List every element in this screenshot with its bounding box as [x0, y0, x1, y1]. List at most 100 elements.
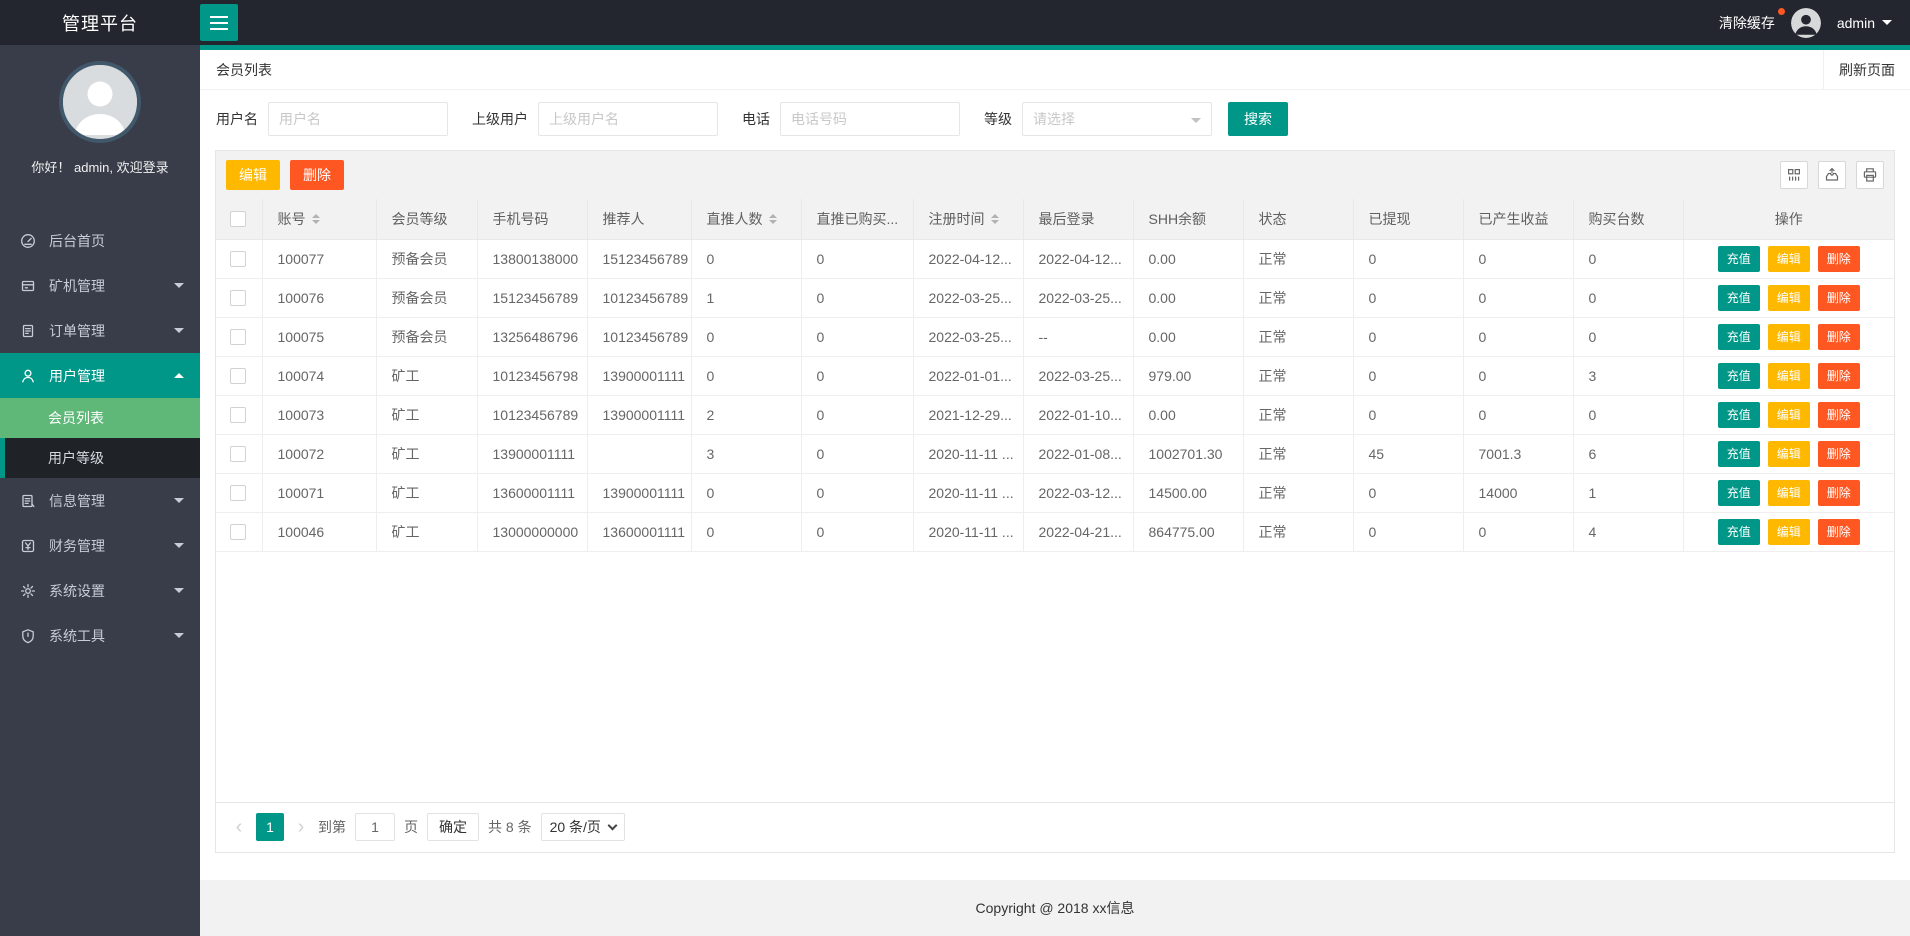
row-checkbox[interactable] — [230, 446, 246, 463]
username-filter-input[interactable] — [268, 102, 448, 136]
user-avatar-icon[interactable] — [1790, 7, 1821, 38]
notification-dot-icon — [1777, 7, 1785, 15]
sidebar-item-finance[interactable]: 财务管理 — [0, 523, 200, 568]
next-page-button[interactable]: › — [293, 817, 309, 837]
table-cell: 6 — [1573, 434, 1684, 474]
row-checkbox[interactable] — [230, 329, 246, 346]
sidebar-item-user[interactable]: 用户管理 — [0, 353, 200, 398]
print-icon[interactable] — [1856, 161, 1884, 189]
actions-cell: 充值 编辑 删除 — [1683, 278, 1894, 318]
row-checkbox[interactable] — [230, 524, 246, 541]
table-cell: 0 — [691, 356, 802, 396]
table-cell: 矿工 — [376, 434, 478, 474]
sidebar-subitem-member-list[interactable]: 会员列表 — [0, 398, 200, 438]
sidebar-item-label: 系统工具 — [49, 627, 105, 644]
row-edit-button[interactable]: 编辑 — [1767, 401, 1810, 428]
table-cell: 矿工 — [376, 356, 478, 396]
level-filter-select[interactable]: 请选择 — [1022, 102, 1212, 136]
row-checkbox[interactable] — [230, 251, 246, 268]
row-checkbox[interactable] — [230, 485, 246, 502]
sidebar-item-order[interactable]: 订单管理 — [0, 308, 200, 353]
table-cell: 2022-03-12... — [1023, 473, 1134, 513]
export-icon[interactable] — [1818, 161, 1846, 189]
column-header: 状态 — [1243, 199, 1354, 240]
sort-icon[interactable] — [311, 210, 320, 228]
refresh-page-button[interactable]: 刷新页面 — [1823, 50, 1910, 89]
recharge-button[interactable]: 充值 — [1717, 440, 1760, 467]
table-cell: 10123456789 — [587, 278, 692, 318]
chevron-down-icon — [174, 543, 184, 553]
menu-toggle-button[interactable] — [200, 4, 238, 41]
sidebar-item-info[interactable]: 信息管理 — [0, 478, 200, 523]
recharge-button[interactable]: 充值 — [1717, 284, 1760, 311]
row-edit-button[interactable]: 编辑 — [1767, 245, 1810, 272]
chevron-up-icon — [174, 368, 184, 378]
confirm-button[interactable]: 确定 — [427, 813, 479, 841]
total-count-label: 共 8 条 — [488, 819, 532, 835]
table-cell: 2022-04-12... — [913, 239, 1024, 279]
row-delete-button[interactable]: 删除 — [1817, 518, 1860, 545]
sidebar-item-settings[interactable]: 系统设置 — [0, 568, 200, 613]
row-delete-button[interactable]: 删除 — [1817, 323, 1860, 350]
user-menu[interactable]: admin — [1837, 15, 1892, 31]
parent-user-filter-input[interactable] — [538, 102, 718, 136]
recharge-button[interactable]: 充值 — [1717, 518, 1760, 545]
row-checkbox[interactable] — [230, 407, 246, 424]
table-cell: 2020-11-11 ... — [913, 434, 1024, 474]
row-edit-button[interactable]: 编辑 — [1767, 518, 1810, 545]
search-button[interactable]: 搜索 — [1228, 102, 1288, 136]
columns-icon[interactable] — [1780, 161, 1808, 189]
row-delete-button[interactable]: 删除 — [1817, 440, 1860, 467]
prev-page-button[interactable]: ‹ — [231, 817, 247, 837]
column-header: 已产生收益 — [1463, 199, 1574, 240]
actions-cell: 充值 编辑 删除 — [1683, 317, 1894, 357]
table-cell: 2022-01-01... — [913, 356, 1024, 396]
row-delete-button[interactable]: 删除 — [1817, 284, 1860, 311]
row-checkbox[interactable] — [230, 368, 246, 385]
phone-filter-input[interactable] — [780, 102, 960, 136]
sort-icon[interactable] — [768, 210, 777, 228]
finance-icon — [20, 538, 37, 554]
sort-icon[interactable] — [990, 210, 999, 228]
row-delete-button[interactable]: 删除 — [1817, 245, 1860, 272]
table-cell: 2022-04-12... — [1023, 239, 1134, 279]
table-cell: 2022-03-25... — [913, 278, 1024, 318]
recharge-button[interactable]: 充值 — [1717, 479, 1760, 506]
clear-cache-link[interactable]: 清除缓存 — [1719, 7, 1785, 33]
row-edit-button[interactable]: 编辑 — [1767, 479, 1810, 506]
table-cell: 3 — [691, 434, 802, 474]
row-edit-button[interactable]: 编辑 — [1767, 440, 1810, 467]
sidebar-item-tools[interactable]: 系统工具 — [0, 613, 200, 658]
recharge-button[interactable]: 充值 — [1717, 362, 1760, 389]
column-header: 注册时间 — [913, 199, 1024, 240]
table-cell: 13800138000 — [477, 239, 588, 279]
row-delete-button[interactable]: 删除 — [1817, 401, 1860, 428]
row-edit-button[interactable]: 编辑 — [1767, 284, 1810, 311]
row-checkbox[interactable] — [230, 290, 246, 307]
member-table: 账号 会员等级 手机号码 推荐人 直推人数 直推已购买... 注册时间 最后登录 SHH余额 状态… — [216, 199, 1894, 552]
page-number-active[interactable]: 1 — [256, 813, 284, 841]
edit-button[interactable]: 编辑 — [226, 160, 280, 190]
page-size-select[interactable]: 20 条/页 — [540, 813, 625, 841]
table-cell: 100046 — [262, 512, 377, 552]
recharge-button[interactable]: 充值 — [1717, 245, 1760, 272]
row-edit-button[interactable]: 编辑 — [1767, 323, 1810, 350]
delete-button[interactable]: 删除 — [290, 160, 344, 190]
sidebar-item-miner[interactable]: 矿机管理 — [0, 263, 200, 308]
table-cell: 0.00 — [1133, 395, 1244, 435]
table-cell: 13900001111 — [587, 473, 692, 513]
table-cell: 0 — [801, 434, 914, 474]
table-row: 100075 预备会员 13256486796 10123456789 0 0 2022-0… — [216, 317, 1894, 357]
select-all-checkbox[interactable] — [230, 211, 246, 228]
row-edit-button[interactable]: 编辑 — [1767, 362, 1810, 389]
sidebar-item-home[interactable]: 后台首页 — [0, 218, 200, 263]
miner-icon — [20, 278, 37, 294]
sidebar-subitem-user-level[interactable]: 用户等级 — [0, 438, 200, 478]
column-header: 直推人数 — [691, 199, 802, 240]
row-delete-button[interactable]: 删除 — [1817, 362, 1860, 389]
column-header: 最后登录 — [1023, 199, 1134, 240]
goto-page-input[interactable] — [355, 813, 395, 841]
row-delete-button[interactable]: 删除 — [1817, 479, 1860, 506]
recharge-button[interactable]: 充值 — [1717, 323, 1760, 350]
recharge-button[interactable]: 充值 — [1717, 401, 1760, 428]
